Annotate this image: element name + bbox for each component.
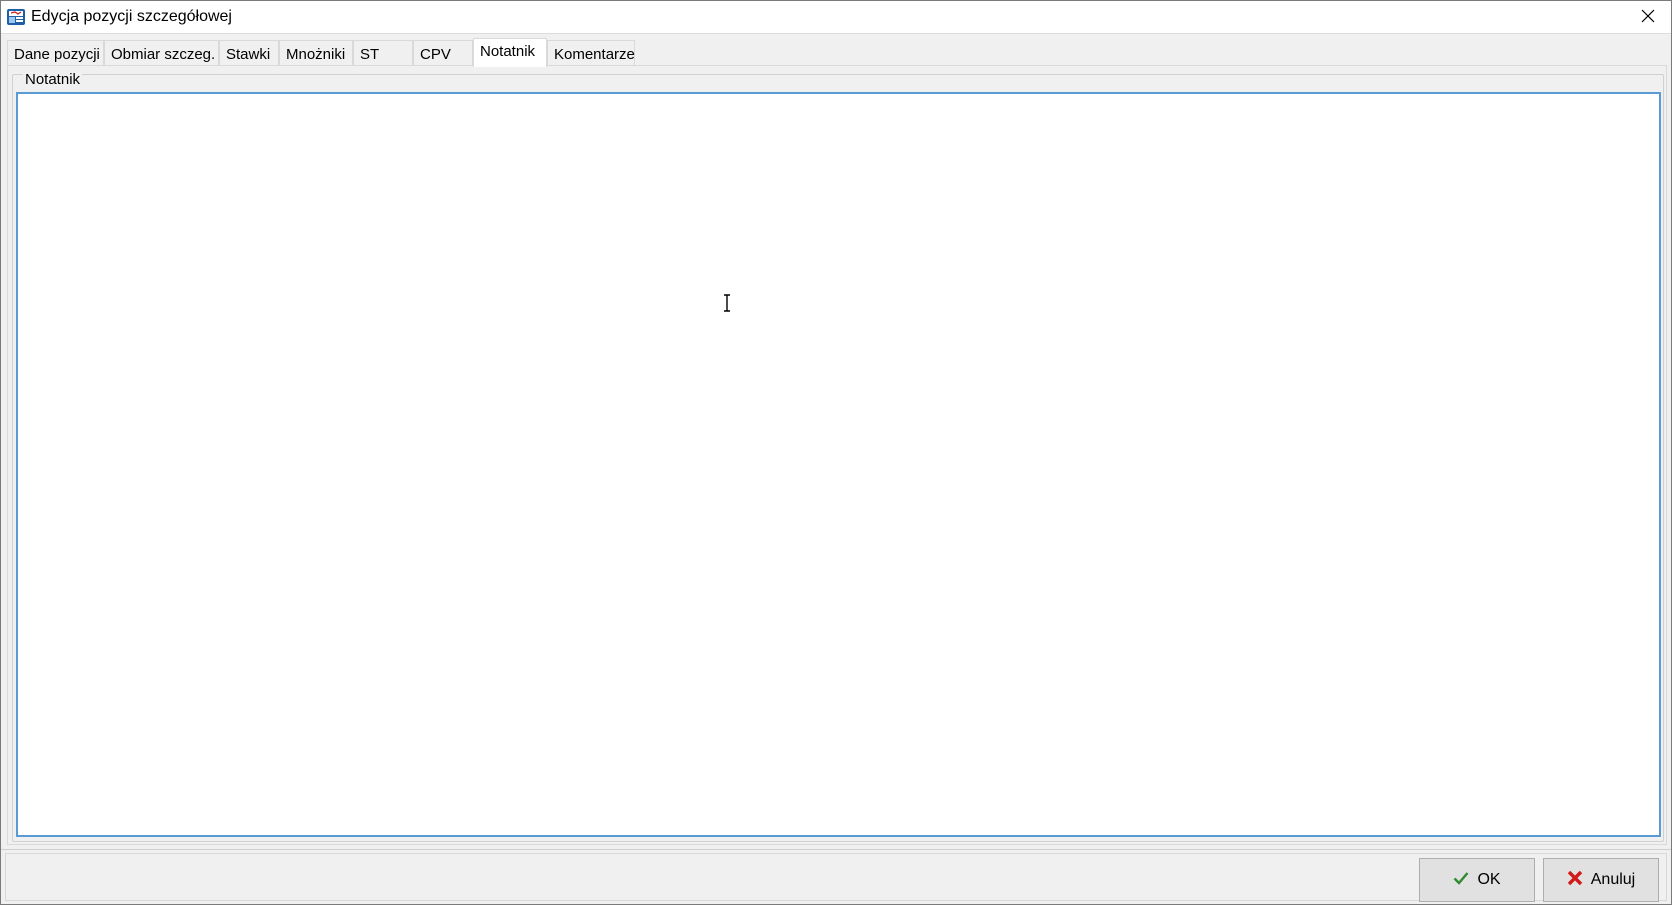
- tab-stawki[interactable]: Stawki: [219, 40, 279, 66]
- tab-obmiar-szczeg[interactable]: Obmiar szczeg.: [104, 40, 219, 66]
- dialog-window: Edycja pozycji szczegółowej Dane pozycji…: [0, 0, 1672, 905]
- footer-panel: OK Anuluj: [5, 853, 1667, 902]
- tab-cpv[interactable]: CPV: [413, 40, 473, 66]
- tab-komentarze[interactable]: Komentarze: [547, 40, 635, 66]
- notes-textarea[interactable]: [16, 92, 1661, 837]
- tab-panel-notatnik: Notatnik: [7, 65, 1667, 845]
- tab-notatnik[interactable]: Notatnik: [473, 38, 547, 67]
- close-button[interactable]: [1625, 1, 1671, 34]
- tab-mnozniki[interactable]: Mnożniki: [279, 40, 353, 66]
- checkmark-icon: [1453, 871, 1469, 890]
- ok-button-label: OK: [1477, 871, 1501, 888]
- tab-strip: Dane pozycji Obmiar szczeg. Stawki Mnożn…: [7, 38, 1667, 67]
- dialog-footer: OK Anuluj: [1, 849, 1671, 904]
- cancel-button-label: Anuluj: [1590, 871, 1636, 888]
- close-icon: [1641, 9, 1655, 26]
- tab-dane-pozycji[interactable]: Dane pozycji: [7, 40, 104, 66]
- cancel-button[interactable]: Anuluj: [1543, 858, 1659, 902]
- app-icon: [6, 7, 26, 27]
- notes-group-label: Notatnik: [23, 71, 83, 88]
- x-icon: [1567, 870, 1583, 891]
- title-bar: Edycja pozycji szczegółowej: [1, 1, 1671, 34]
- window-title: Edycja pozycji szczegółowej: [31, 8, 232, 25]
- tab-st[interactable]: ST: [353, 40, 413, 66]
- ok-button[interactable]: OK: [1419, 858, 1535, 902]
